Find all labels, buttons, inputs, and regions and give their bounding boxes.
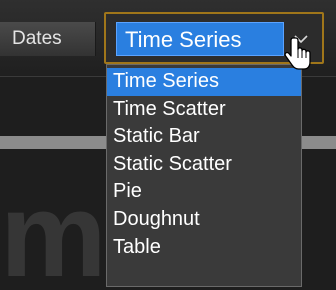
divider-bar: [300, 136, 336, 149]
option-static-scatter[interactable]: Static Scatter: [107, 151, 301, 179]
option-pie[interactable]: Pie: [107, 178, 301, 206]
option-time-series[interactable]: Time Series: [107, 68, 301, 96]
background-text-decoration: m: [0, 168, 107, 290]
divider-bar: [0, 136, 108, 149]
option-doughnut[interactable]: Doughnut: [107, 206, 301, 234]
option-time-scatter[interactable]: Time Scatter: [107, 96, 301, 124]
app-window: Dates m o Time Series Time Series Time S…: [0, 0, 336, 290]
hand-pointer-icon: [284, 37, 311, 70]
option-static-bar[interactable]: Static Bar: [107, 123, 301, 151]
chart-type-select-value[interactable]: Time Series: [116, 22, 284, 56]
option-table[interactable]: Table: [107, 234, 301, 262]
dates-tab[interactable]: Dates: [0, 22, 96, 56]
chart-type-dropdown-list: Time Series Time Scatter Static Bar Stat…: [106, 64, 302, 287]
